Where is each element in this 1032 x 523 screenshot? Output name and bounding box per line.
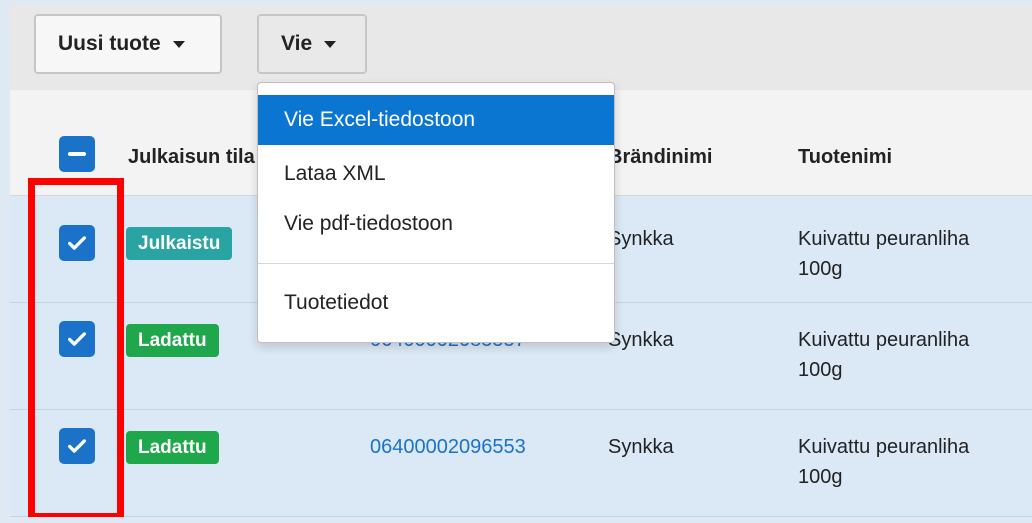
column-header-product-name[interactable]: Tuotenimi bbox=[798, 146, 892, 169]
new-product-button[interactable]: Uusi tuote bbox=[34, 14, 222, 74]
status-badge: Ladattu bbox=[126, 431, 219, 464]
status-badge: Julkaistu bbox=[126, 227, 233, 260]
brand-cell: Synkka bbox=[608, 436, 674, 458]
toolbar: Uusi tuote Vie bbox=[10, 4, 1032, 90]
column-header-status[interactable]: Julkaisun tila bbox=[128, 146, 255, 169]
export-dropdown-menu: Vie Excel-tiedostoon Lataa XML Vie pdf-t… bbox=[257, 82, 615, 343]
brand-cell: Synkka bbox=[608, 228, 674, 250]
caret-down-icon bbox=[324, 40, 337, 48]
menu-item-product-info[interactable]: Tuotetiedot bbox=[258, 278, 614, 328]
product-code-link[interactable]: 06400002096553 bbox=[370, 432, 526, 462]
column-header-brand[interactable]: Brändinimi bbox=[608, 146, 712, 169]
product-name-cell: Kuivattu peuranliha 100g bbox=[798, 228, 970, 280]
menu-item-export-pdf[interactable]: Vie pdf-tiedostoon bbox=[258, 199, 614, 249]
export-button[interactable]: Vie bbox=[257, 14, 367, 74]
brand-cell: Synkka bbox=[608, 329, 674, 351]
menu-item-export-excel[interactable]: Vie Excel-tiedostoon bbox=[258, 95, 614, 145]
product-list-screen: Uusi tuote Vie Julkaisun tila Brändinimi… bbox=[10, 4, 1032, 517]
status-badge: Ladattu bbox=[126, 324, 219, 357]
select-all-checkbox[interactable] bbox=[59, 136, 95, 172]
annotation-highlight-box bbox=[28, 178, 124, 517]
table-row[interactable]: Ladattu 06400002096553 Synkka Kuivattu p… bbox=[10, 410, 1032, 517]
new-product-label: Uusi tuote bbox=[58, 32, 161, 55]
export-label: Vie bbox=[281, 32, 313, 55]
product-name-cell: Kuivattu peuranliha 100g bbox=[798, 436, 970, 488]
caret-down-icon bbox=[172, 40, 185, 48]
menu-item-download-xml[interactable]: Lataa XML bbox=[258, 149, 614, 199]
product-name-cell: Kuivattu peuranliha 100g bbox=[798, 329, 970, 381]
menu-divider bbox=[258, 263, 614, 264]
